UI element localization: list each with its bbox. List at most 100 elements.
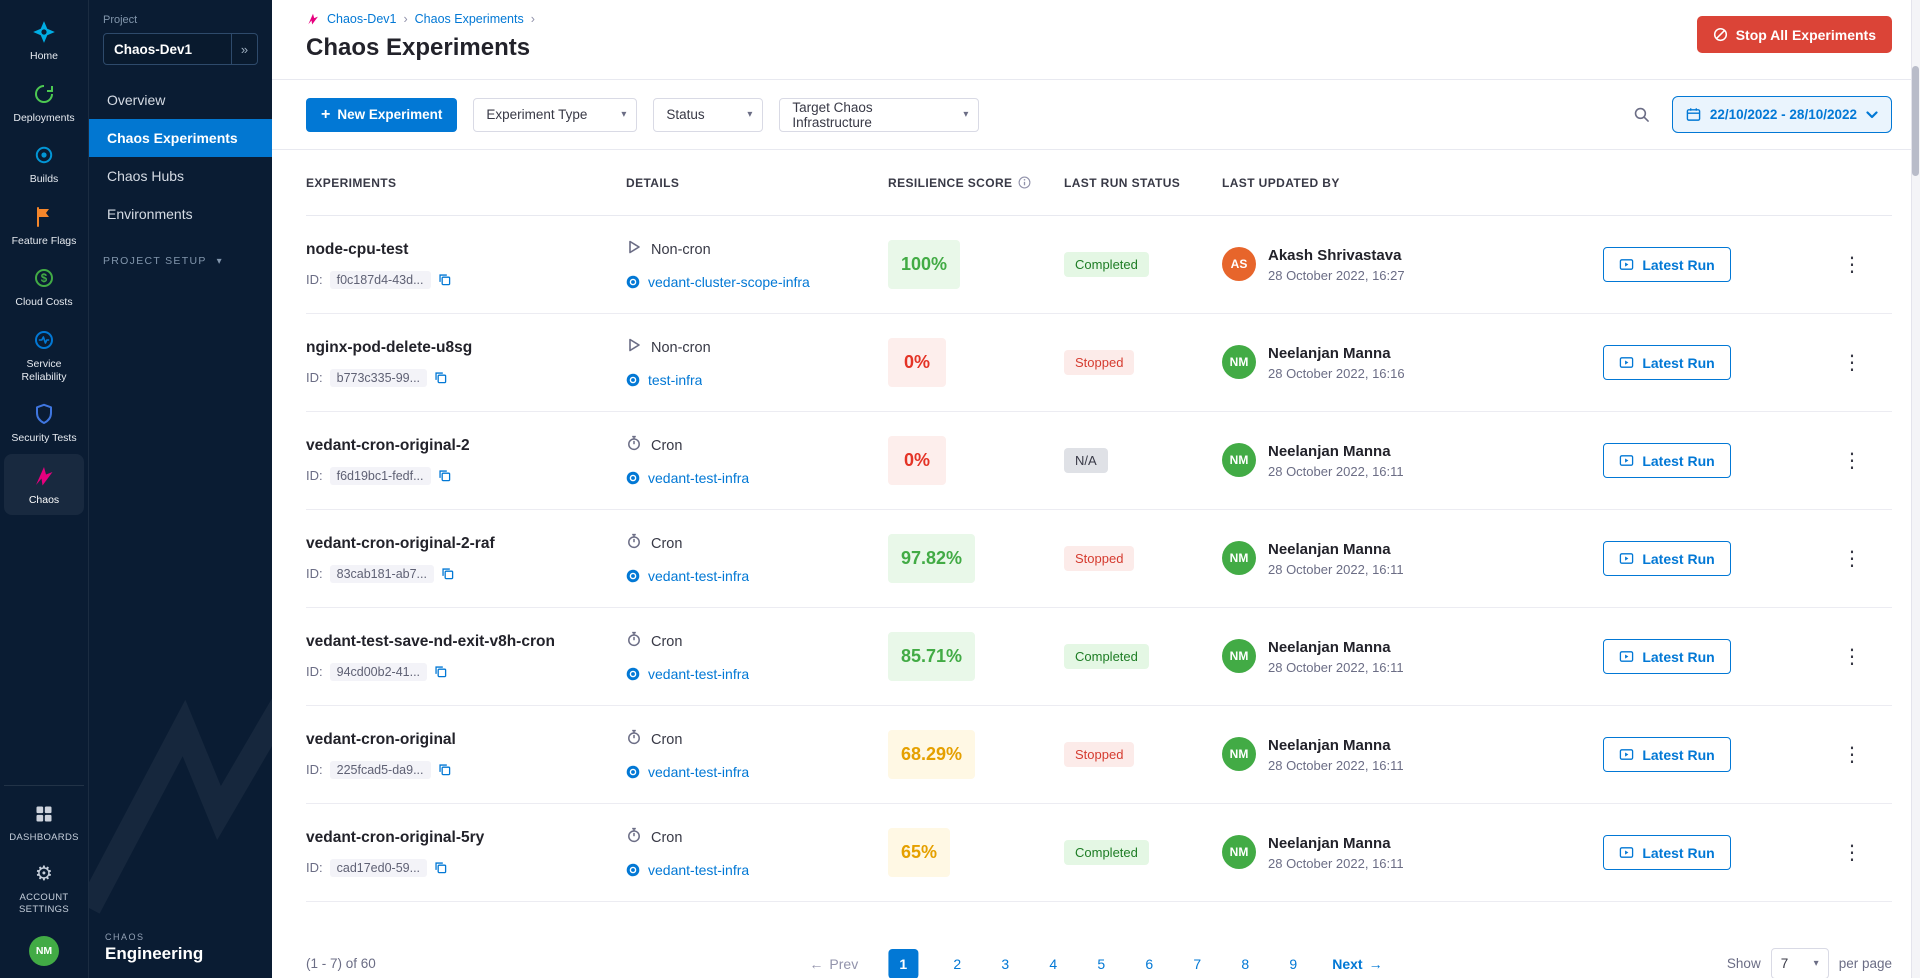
copy-icon[interactable] — [434, 861, 447, 874]
infrastructure-link[interactable]: vedant-test-infra — [648, 568, 749, 584]
table-row: vedant-cron-original-2-raf ID: 83cab181-… — [306, 510, 1892, 608]
sidebar-item-chaos-experiments[interactable]: Chaos Experiments — [89, 119, 272, 157]
scrollbar-track[interactable] — [1911, 0, 1920, 978]
latest-run-button[interactable]: Latest Run — [1603, 541, 1730, 576]
new-experiment-button[interactable]: + New Experiment — [306, 98, 457, 132]
experiment-name[interactable]: node-cpu-test — [306, 241, 626, 259]
status-badge: Completed — [1064, 252, 1149, 277]
nav-chaos[interactable]: Chaos — [4, 454, 84, 516]
latest-run-button[interactable]: Latest Run — [1603, 247, 1730, 282]
latest-run-button[interactable]: Latest Run — [1603, 639, 1730, 674]
sidebar-item-overview[interactable]: Overview — [89, 81, 272, 119]
row-menu-icon[interactable]: ⋮ — [1834, 643, 1870, 671]
experiment-name[interactable]: nginx-pod-delete-u8sg — [306, 339, 626, 357]
experiment-name[interactable]: vedant-cron-original-2-raf — [306, 535, 626, 553]
infrastructure-icon — [626, 765, 640, 779]
pagination-page-6[interactable]: 6 — [1140, 956, 1158, 972]
date-range-picker[interactable]: 22/10/2022 - 28/10/2022 — [1672, 96, 1892, 133]
pagination-page-8[interactable]: 8 — [1236, 956, 1254, 972]
pagination-page-7[interactable]: 7 — [1188, 956, 1206, 972]
filter-status[interactable]: Status ▾ — [653, 98, 763, 132]
pagination-page-2[interactable]: 2 — [948, 956, 966, 972]
latest-run-button[interactable]: Latest Run — [1603, 345, 1730, 380]
sidebar-item-chaos-hubs[interactable]: Chaos Hubs — [89, 157, 272, 195]
row-menu-icon[interactable]: ⋮ — [1834, 447, 1870, 475]
row-menu-icon[interactable]: ⋮ — [1834, 741, 1870, 769]
latest-run-button[interactable]: Latest Run — [1603, 835, 1730, 870]
app: Home Deployments Builds Feature Flags $ … — [0, 0, 1920, 978]
avatar: NM — [1222, 639, 1256, 673]
row-menu-icon[interactable]: ⋮ — [1834, 349, 1870, 377]
copy-icon[interactable] — [438, 469, 451, 482]
copy-icon[interactable] — [434, 371, 447, 384]
table-row: nginx-pod-delete-u8sg ID: b773c335-99...… — [306, 314, 1892, 412]
stop-all-experiments-button[interactable]: Stop All Experiments — [1697, 16, 1892, 53]
latest-run-button[interactable]: Latest Run — [1603, 443, 1730, 478]
column-last-run-status: LAST RUN STATUS — [1064, 176, 1222, 190]
nav-account-settings[interactable]: ⚙ ACCOUNT SETTINGS — [4, 852, 84, 924]
nav-security-tests[interactable]: Security Tests — [4, 392, 84, 454]
infrastructure-link[interactable]: vedant-test-infra — [648, 470, 749, 486]
experiment-name[interactable]: vedant-cron-original-5ry — [306, 829, 626, 847]
infrastructure-link[interactable]: test-infra — [648, 372, 702, 388]
service-reliability-icon — [32, 327, 56, 353]
scrollbar-thumb[interactable] — [1912, 66, 1919, 176]
expand-sidebar-icon[interactable]: » — [231, 34, 257, 64]
nav-dashboards[interactable]: DASHBOARDS — [4, 792, 84, 852]
infrastructure-icon — [626, 373, 640, 387]
filter-experiment-type[interactable]: Experiment Type ▾ — [473, 98, 637, 132]
resilience-score: 0% — [888, 436, 946, 485]
nav-home[interactable]: Home — [4, 10, 84, 72]
table-row: vedant-cron-original ID: 225fcad5-da9...… — [306, 706, 1892, 804]
search-button[interactable] — [1627, 100, 1656, 129]
pagination-page-4[interactable]: 4 — [1044, 956, 1062, 972]
experiment-id-value: 94cd00b2-41... — [330, 663, 427, 681]
pagination-page-1[interactable]: 1 — [888, 949, 918, 978]
nav-feature-flags[interactable]: Feature Flags — [4, 195, 84, 257]
user-avatar[interactable]: NM — [29, 936, 59, 966]
nav-deployments[interactable]: Deployments — [4, 72, 84, 134]
status-badge: N/A — [1064, 448, 1108, 473]
filter-target-chaos-infrastructure[interactable]: Target Chaos Infrastructure ▾ — [779, 98, 979, 132]
dashboards-icon — [34, 801, 54, 827]
chevron-down-icon: ▾ — [963, 109, 968, 120]
pagination-page-3[interactable]: 3 — [996, 956, 1014, 972]
deployments-icon — [32, 81, 56, 107]
row-menu-icon[interactable]: ⋮ — [1834, 839, 1870, 867]
nav-cloud-costs[interactable]: $ Cloud Costs — [4, 256, 84, 318]
info-icon[interactable] — [1018, 176, 1031, 189]
latest-run-button[interactable]: Latest Run — [1603, 737, 1730, 772]
row-menu-icon[interactable]: ⋮ — [1834, 251, 1870, 279]
infrastructure-link[interactable]: vedant-test-infra — [648, 666, 749, 682]
page-size-select[interactable]: 7 ▾ — [1771, 948, 1829, 978]
copy-icon[interactable] — [434, 665, 447, 678]
experiment-name[interactable]: vedant-cron-original — [306, 731, 626, 749]
pagination-next[interactable]: Next→ — [1332, 956, 1382, 972]
main-content: Chaos-Dev1 › Chaos Experiments › Chaos E… — [272, 0, 1920, 978]
copy-icon[interactable] — [441, 567, 454, 580]
infrastructure-link[interactable]: vedant-test-infra — [648, 764, 749, 780]
pagination-page-5[interactable]: 5 — [1092, 956, 1110, 972]
breadcrumb-link-page[interactable]: Chaos Experiments — [415, 12, 524, 26]
resilience-score: 97.82% — [888, 534, 975, 583]
infrastructure-link[interactable]: vedant-cluster-scope-infra — [648, 274, 810, 290]
cron-icon — [626, 435, 642, 456]
avatar: NM — [1222, 541, 1256, 575]
latest-run-icon — [1619, 551, 1634, 566]
row-menu-icon[interactable]: ⋮ — [1834, 545, 1870, 573]
sidebar-item-environments[interactable]: Environments — [89, 195, 272, 233]
experiment-name[interactable]: vedant-cron-original-2 — [306, 437, 626, 455]
nav-service-reliability[interactable]: Service Reliability — [4, 318, 84, 392]
breadcrumb-link-project[interactable]: Chaos-Dev1 — [327, 12, 396, 26]
copy-icon[interactable] — [438, 763, 451, 776]
stop-icon — [1713, 27, 1728, 42]
copy-icon[interactable] — [438, 273, 451, 286]
infrastructure-link[interactable]: vedant-test-infra — [648, 862, 749, 878]
project-name-input[interactable] — [104, 34, 231, 64]
chevron-down-icon: ▾ — [1814, 958, 1819, 969]
nav-builds[interactable]: Builds — [4, 133, 84, 195]
project-setup-toggle[interactable]: PROJECT SETUP ▾ — [103, 255, 258, 267]
experiment-name[interactable]: vedant-test-save-nd-exit-v8h-cron — [306, 633, 626, 651]
pagination-prev[interactable]: ←Prev — [809, 956, 858, 972]
pagination-page-9[interactable]: 9 — [1284, 956, 1302, 972]
